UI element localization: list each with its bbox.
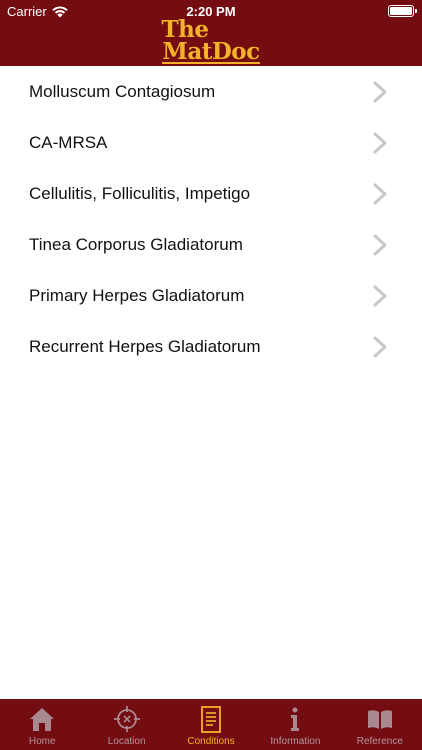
tab-information[interactable]: Information: [253, 699, 337, 750]
condition-label: Primary Herpes Gladiatorum: [29, 285, 245, 305]
condition-row[interactable]: CA-MRSA: [0, 117, 422, 168]
battery-icon: [388, 5, 417, 17]
condition-label: Recurrent Herpes Gladiatorum: [29, 336, 261, 356]
home-icon: [30, 708, 55, 731]
chevron-right-icon: [373, 285, 387, 307]
app-logo: The MatDoc: [0, 16, 422, 65]
chevron-right-icon: [373, 81, 387, 103]
tab-home[interactable]: Home: [0, 699, 84, 750]
condition-label: Cellulitis, Folliculitis, Impetigo: [29, 183, 251, 203]
chevron-right-icon: [373, 183, 387, 205]
clipboard-icon: [201, 706, 221, 733]
condition-row[interactable]: Tinea Corporus Gladiatorum: [0, 219, 422, 270]
crosshair-icon: [113, 706, 140, 732]
status-time: 2:20 PM: [186, 4, 236, 19]
condition-row[interactable]: Cellulitis, Folliculitis, Impetigo: [0, 168, 422, 219]
tab-label: Location: [107, 736, 146, 747]
chevron-right-icon: [373, 132, 387, 154]
book-icon: [367, 710, 392, 729]
tab-bar: Home Location Conditions Information Ref…: [0, 699, 422, 750]
tab-label: Information: [270, 736, 321, 747]
logo-line-2: MatDoc: [162, 38, 260, 65]
chevron-right-icon: [373, 336, 387, 358]
logo-line-1: The: [161, 16, 209, 43]
tab-location[interactable]: Location: [84, 699, 168, 750]
condition-label: Tinea Corporus Gladiatorum: [29, 234, 243, 254]
condition-label: Molluscum Contagiosum: [29, 81, 216, 101]
app-header: Carrier 2:20 PM The MatDoc: [0, 0, 422, 66]
tab-reference[interactable]: Reference: [338, 699, 422, 750]
tab-conditions[interactable]: Conditions: [169, 699, 253, 750]
condition-label: CA-MRSA: [29, 132, 108, 152]
condition-row[interactable]: Primary Herpes Gladiatorum: [0, 270, 422, 321]
conditions-list: Molluscum Contagiosum CA-MRSA Cellulitis…: [0, 66, 422, 372]
tab-label: Conditions: [187, 736, 235, 747]
tab-label: Home: [28, 736, 56, 747]
condition-row[interactable]: Molluscum Contagiosum: [0, 66, 422, 117]
condition-row[interactable]: Recurrent Herpes Gladiatorum: [0, 321, 422, 372]
chevron-right-icon: [373, 234, 387, 256]
info-icon: [291, 707, 300, 731]
tab-label: Reference: [356, 736, 403, 747]
